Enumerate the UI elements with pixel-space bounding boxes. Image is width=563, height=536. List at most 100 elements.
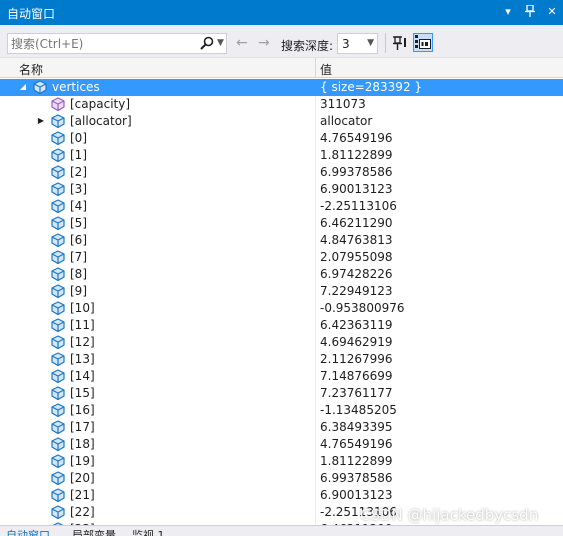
collapsed-arrow-icon[interactable]: ▶ — [36, 115, 46, 127]
close-icon[interactable]: ✕ — [545, 5, 559, 21]
variable-name: vertices — [52, 80, 100, 94]
search-icon[interactable] — [200, 36, 214, 50]
tree-row[interactable]: [10] -0.953800976 — [0, 300, 563, 317]
tree-row[interactable]: [3] 6.90013123 — [0, 181, 563, 198]
format-columns-icon — [415, 35, 431, 49]
variable-icon — [50, 233, 66, 248]
tree-row[interactable]: [capacity] 311073 — [0, 96, 563, 113]
variable-value[interactable]: 6.90013123 — [320, 182, 393, 196]
tree-row[interactable]: [19] 1.81122899 — [0, 453, 563, 470]
tree-row[interactable]: [0] 4.76549196 — [0, 130, 563, 147]
variable-value[interactable]: 6.42363119 — [320, 318, 393, 332]
variable-value[interactable]: 7.22949123 — [320, 284, 393, 298]
search-options-chevron-icon[interactable]: ▼ — [217, 38, 224, 48]
tree-row[interactable]: [20] 6.99378586 — [0, 470, 563, 487]
column-divider — [315, 181, 316, 198]
tree-row[interactable]: [4] -2.25113106 — [0, 198, 563, 215]
tree-row[interactable]: ◢ vertices { size=283392 } — [0, 79, 563, 96]
variable-name: [15] — [70, 386, 95, 400]
variable-name: [5] — [70, 216, 87, 230]
variable-value[interactable]: 6.99378586 — [320, 471, 393, 485]
variable-name: [6] — [70, 233, 87, 247]
variable-icon — [50, 505, 66, 520]
variable-value[interactable]: 4.84763813 — [320, 233, 393, 247]
tree-row[interactable]: [6] 4.84763813 — [0, 232, 563, 249]
variable-value[interactable]: 7.14876699 — [320, 369, 393, 383]
pin-icon[interactable] — [391, 34, 409, 52]
search-box[interactable]: ▼ — [7, 33, 227, 54]
tree-row[interactable]: [11] 6.42363119 — [0, 317, 563, 334]
variable-value[interactable]: 311073 — [320, 97, 366, 111]
variable-value[interactable]: 6.90013123 — [320, 488, 393, 502]
column-divider — [315, 147, 316, 164]
tree-row[interactable]: [16] -1.13485205 — [0, 402, 563, 419]
search-back-arrow-icon[interactable]: ← — [236, 35, 248, 51]
variable-value[interactable]: 6.38493395 — [320, 420, 393, 434]
variable-value[interactable]: 4.76549196 — [320, 131, 393, 145]
variable-icon — [50, 369, 66, 384]
tree-row[interactable]: [13] 2.11267996 — [0, 351, 563, 368]
variable-name: [14] — [70, 369, 95, 383]
tree-row[interactable]: [7] 2.07955098 — [0, 249, 563, 266]
variable-value[interactable]: 4.76549196 — [320, 437, 393, 451]
tree-row[interactable]: [17] 6.38493395 — [0, 419, 563, 436]
tree-row[interactable]: [12] 4.69462919 — [0, 334, 563, 351]
tree-row[interactable]: [21] 6.90013123 — [0, 487, 563, 504]
variable-icon — [50, 386, 66, 401]
search-input[interactable] — [11, 35, 191, 52]
variable-value[interactable]: 7.23761177 — [320, 386, 393, 400]
column-divider — [315, 232, 316, 249]
tree-row[interactable]: ▶ [allocator] allocator — [0, 113, 563, 130]
variable-value[interactable]: 1.81122899 — [320, 148, 393, 162]
tree-row[interactable]: [9] 7.22949123 — [0, 283, 563, 300]
column-splitter[interactable] — [315, 58, 316, 78]
variable-value[interactable]: 1.81122899 — [320, 454, 393, 468]
tree-row[interactable]: [8] 6.97428226 — [0, 266, 563, 283]
chevron-down-icon[interactable]: ▼ — [367, 38, 374, 48]
variable-value[interactable]: 6.46211290 — [320, 216, 393, 230]
variable-icon — [50, 131, 66, 146]
tree-row[interactable]: [5] 6.46211290 — [0, 215, 563, 232]
search-depth-select[interactable]: 3 ▼ — [337, 33, 378, 54]
variable-value[interactable]: 2.07955098 — [320, 250, 393, 264]
variable-value[interactable]: 6.99378586 — [320, 165, 393, 179]
tree-row[interactable]: [1] 1.81122899 — [0, 147, 563, 164]
variable-name: [11] — [70, 318, 95, 332]
column-divider — [315, 436, 316, 453]
search-depth-value: 3 — [342, 37, 350, 51]
toolbar-separator — [385, 33, 386, 53]
tree-row[interactable]: [2] 6.99378586 — [0, 164, 563, 181]
variable-name: [4] — [70, 199, 87, 213]
column-divider — [315, 470, 316, 487]
tree-row[interactable]: [14] 7.14876699 — [0, 368, 563, 385]
variable-icon — [32, 80, 48, 95]
tree-row[interactable]: [15] 7.23761177 — [0, 385, 563, 402]
variable-value[interactable]: -0.953800976 — [320, 301, 405, 315]
watermark: CSDN @hijackedbycsdn — [360, 506, 539, 524]
search-forward-arrow-icon[interactable]: → — [258, 35, 270, 51]
window-menu-chevron-icon[interactable]: ▾ — [501, 5, 515, 21]
name-column-header[interactable]: 名称 — [19, 61, 43, 78]
variable-value[interactable]: { size=283392 } — [320, 80, 422, 94]
bottom-tab-strip: 自动窗口 局部变量 监视 1 — [0, 525, 563, 536]
column-divider — [315, 79, 316, 96]
variable-value[interactable]: -2.25113106 — [320, 199, 397, 213]
variable-name: [12] — [70, 335, 95, 349]
column-divider — [315, 283, 316, 300]
variable-value[interactable]: 2.11267996 — [320, 352, 393, 366]
view-columns-toggle-button[interactable] — [413, 33, 433, 52]
variable-value[interactable]: allocator — [320, 114, 372, 128]
auto-hide-pin-icon[interactable] — [523, 4, 537, 21]
variable-icon — [50, 267, 66, 282]
variable-value[interactable]: 4.69462919 — [320, 335, 393, 349]
variable-icon — [50, 420, 66, 435]
variable-value[interactable]: 6.97428226 — [320, 267, 393, 281]
variable-name: [13] — [70, 352, 95, 366]
variable-icon — [50, 250, 66, 265]
variable-name: [7] — [70, 250, 87, 264]
variable-icon — [50, 182, 66, 197]
tree-row[interactable]: [18] 4.76549196 — [0, 436, 563, 453]
expanded-arrow-icon[interactable]: ◢ — [18, 81, 28, 93]
variable-value[interactable]: -1.13485205 — [320, 403, 397, 417]
value-column-header[interactable]: 值 — [320, 61, 332, 78]
